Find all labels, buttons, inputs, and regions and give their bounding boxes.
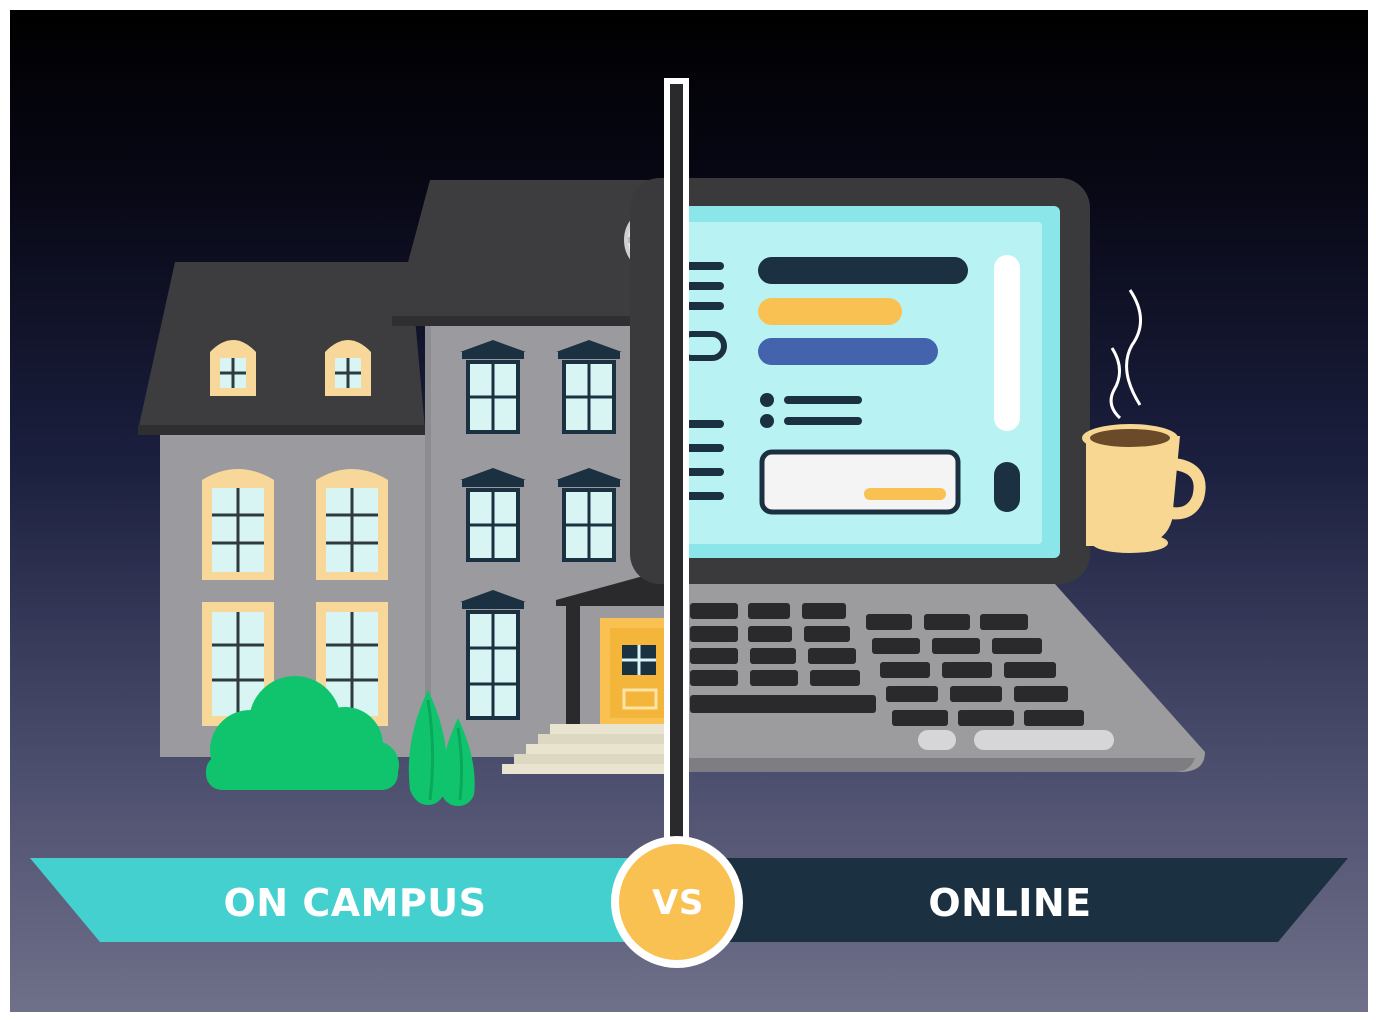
arched-window [202,469,274,580]
building-illustration [138,180,692,806]
vs-label: VS [652,883,704,923]
window [460,340,526,434]
comparison-illustration [30,78,1348,968]
coffee-cup-icon [1082,289,1206,553]
divider-line [664,78,689,860]
window [460,468,526,562]
trackpad [974,730,1114,750]
on-campus-label: ON CAMPUS [223,881,487,925]
trackpad-button [918,730,956,750]
window [556,468,622,562]
dormer-window [325,340,371,396]
arched-window [316,469,388,580]
dormer-window [210,340,256,396]
window [556,340,622,434]
online-label: ONLINE [928,881,1092,925]
